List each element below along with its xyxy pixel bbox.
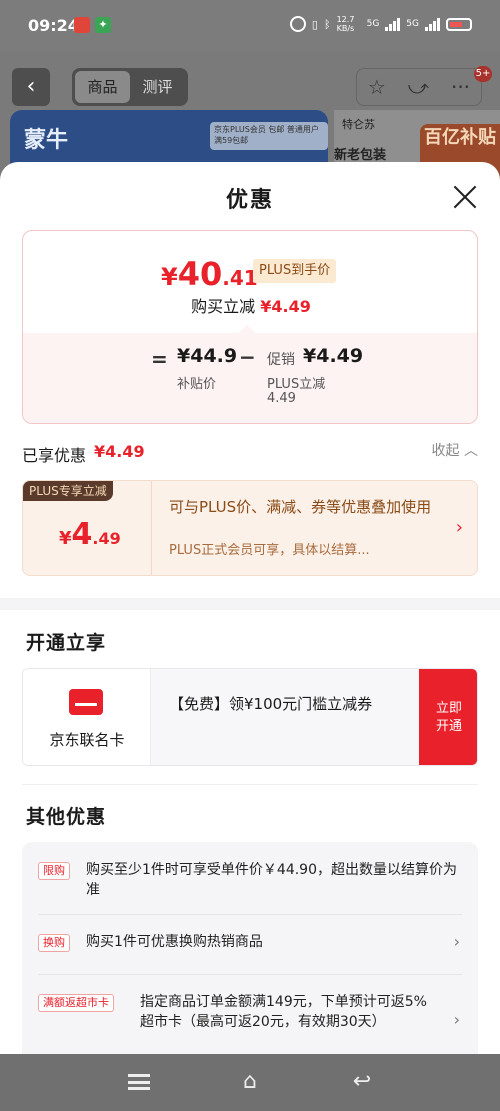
- more-icon[interactable]: ···: [451, 75, 470, 99]
- brand-logo: 蒙牛: [24, 128, 69, 153]
- back-button[interactable]: ‹: [12, 68, 50, 106]
- tab-review[interactable]: 测评: [130, 71, 185, 103]
- status-time: 09:24: [28, 16, 79, 35]
- price-integer: 40: [177, 255, 223, 293]
- co-brand-card-offer: 京东联名卡 【免费】领¥100元门槛立减券 立即开通: [22, 668, 478, 766]
- battery-icon: [446, 17, 472, 31]
- price-breakdown: = ¥44.9 补贴价 − 促销 ¥4.49 PLUS立减 4.49: [23, 333, 477, 423]
- price-reduction: 购买立减 ¥4.49: [23, 293, 477, 317]
- nav-actions: ☆ ⤻ ···: [356, 68, 482, 106]
- plus-discount-amount: ¥4.49: [59, 517, 121, 552]
- promo-text: 新老包装: [334, 148, 387, 163]
- sheet-title: 优惠: [225, 188, 274, 213]
- collapse-button[interactable]: 收起 ︿: [432, 440, 478, 460]
- price-card: ¥40.41 PLUS到手价 购买立减 ¥4.49 = ¥44.9 补贴价 − …: [22, 230, 478, 424]
- reduction-label: 购买立减: [191, 297, 256, 316]
- net-speed: 12.7 KB/s: [336, 15, 355, 33]
- list-item[interactable]: 满额返超市卡 指定商品订单金额满149元，下单预计可返5%超市卡（最高可返20元…: [38, 992, 462, 1054]
- divider: [22, 784, 478, 785]
- list-item[interactable]: 换购 购买1件可优惠换购热销商品 ›: [38, 932, 462, 954]
- offer-text: 购买至少1件时可享受单件价￥44.90，超出数量以结算价为准: [86, 862, 457, 898]
- final-price: ¥40.41: [161, 255, 258, 293]
- minus-sign: −: [239, 345, 256, 369]
- alarm-icon: [289, 16, 306, 32]
- divider: [38, 974, 462, 975]
- currency-symbol: ¥: [161, 263, 178, 291]
- shipping-info: 京东PLUS会员 包邮 普通用户 满59包邮: [210, 122, 328, 150]
- offer-text: 指定商品订单金额满149元，下单预计可返5%超市卡（最高可返20元，有效期30天…: [140, 994, 427, 1030]
- signal-icon: [385, 17, 401, 31]
- enjoyed-label: 已享优惠: [22, 446, 87, 465]
- plus-price-tag: PLUS到手价: [253, 259, 337, 283]
- other-section-title: 其他优惠: [26, 806, 107, 828]
- enjoyed-value: ¥4.49: [94, 442, 145, 461]
- app-notification-icon: ✦: [95, 17, 111, 33]
- vibrate-icon: ▯: [311, 17, 318, 31]
- plus-description: 可与PLUS价、满减、券等优惠叠加使用: [169, 498, 432, 516]
- card-offer-body: 【免费】领¥100元门槛立减券: [151, 669, 419, 765]
- credit-card-icon: [69, 689, 103, 715]
- card-divider: [151, 481, 152, 575]
- chevron-up-icon: ︿: [464, 443, 478, 459]
- tab-product[interactable]: 商品: [75, 71, 130, 103]
- offer-text: 购买1件可优惠换购热销商品: [86, 934, 263, 950]
- offer-tag: 限购: [38, 862, 70, 880]
- plus-reduce-label: PLUS立减: [267, 377, 326, 392]
- home-icon[interactable]: ⌂: [238, 1070, 262, 1094]
- equals-sign: =: [151, 347, 168, 371]
- enjoyed-discount-row: 已享优惠 ¥4.49 收起 ︿: [22, 440, 478, 465]
- offer-tag: 换购: [38, 934, 70, 952]
- signal-icon: [425, 17, 440, 31]
- list-item: 限购 购买至少1件时可享受单件价￥44.90，超出数量以结算价为准: [38, 860, 462, 904]
- star-icon[interactable]: ☆: [368, 75, 386, 99]
- bluetooth-icon: ᛒ: [323, 17, 331, 31]
- promo-amount: ¥4.49: [303, 345, 364, 367]
- message-badge: 5+: [474, 66, 492, 82]
- chevron-right-icon: ›: [453, 932, 460, 951]
- subsidy-price-label: 补贴价: [177, 377, 217, 392]
- currency-symbol: ¥: [59, 528, 72, 549]
- subsidy-price: ¥44.9: [177, 345, 238, 367]
- promo-label: 促销: [267, 352, 295, 368]
- collapse-label: 收起: [431, 443, 460, 459]
- section-divider: [0, 598, 500, 610]
- signal-label-2: 5G: [406, 19, 419, 29]
- amount-decimal: .49: [92, 529, 121, 548]
- app-notification-icon: [74, 17, 90, 33]
- plus-discount-card[interactable]: PLUS专享立减 ¥4.49 可与PLUS价、满减、券等优惠叠加使用 PLUS正…: [22, 480, 478, 576]
- plus-reduce-value: 4.49: [267, 391, 296, 406]
- status-bar: 09:24 ✦ ▯ ᛒ 12.7 KB/s 5G 5G: [0, 0, 500, 52]
- signal-label-1: 5G: [366, 19, 380, 29]
- amount-integer: 4: [71, 517, 93, 552]
- card-info: 京东联名卡: [23, 669, 151, 765]
- other-offers-list: 限购 购买至少1件时可享受单件价￥44.90，超出数量以结算价为准 换购 购买1…: [22, 842, 478, 1054]
- card-offer-text: 【免费】领¥100元门槛立减券: [169, 695, 373, 713]
- divider: [38, 914, 462, 915]
- back-icon[interactable]: ↩: [350, 1070, 374, 1094]
- system-nav-bar: ⌂ ↩: [0, 1054, 500, 1111]
- plus-terms: PLUS正式会员可享，具体以结算...: [169, 543, 370, 558]
- product-tabs: 商品 测评: [72, 68, 188, 106]
- offer-tag: 满额返超市卡: [38, 994, 114, 1012]
- open-now-button[interactable]: 立即开通: [419, 669, 477, 765]
- share-icon[interactable]: ⤻: [408, 75, 429, 99]
- open-section-title: 开通立享: [26, 632, 107, 654]
- chevron-right-icon: ›: [453, 1010, 460, 1029]
- promo-brand: 特仑苏: [342, 118, 375, 131]
- discount-sheet: 优惠 ¥40.41 PLUS到手价 购买立减 ¥4.49 = ¥44.9 补贴价…: [0, 162, 500, 1054]
- reduction-amount: ¥4.49: [260, 297, 311, 316]
- menu-icon[interactable]: [128, 1074, 150, 1090]
- plus-badge: PLUS专享立减: [23, 481, 113, 501]
- close-icon[interactable]: [450, 182, 480, 212]
- card-name: 京东联名卡: [49, 731, 125, 749]
- status-icons: ▯ ᛒ 12.7 KB/s 5G 5G: [289, 15, 472, 33]
- chevron-right-icon: ›: [455, 517, 463, 538]
